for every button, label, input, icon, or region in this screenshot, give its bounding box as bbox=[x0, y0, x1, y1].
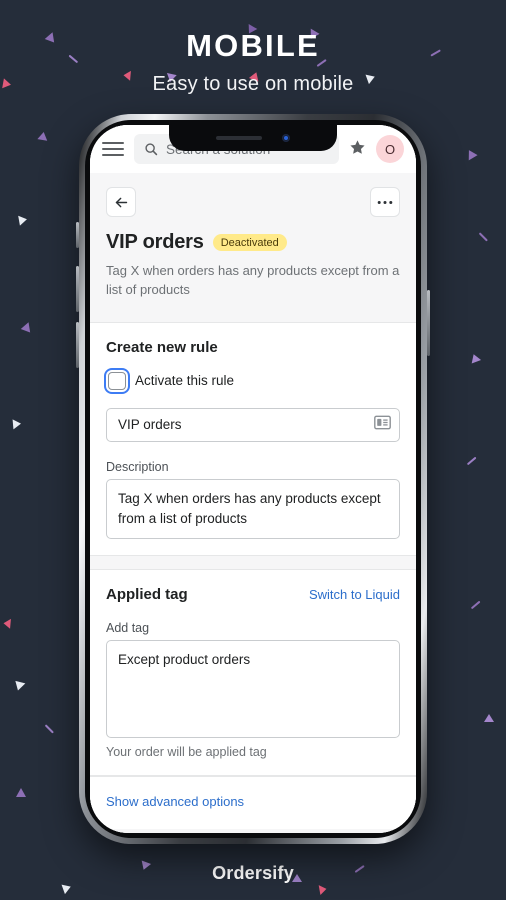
phone-notch bbox=[169, 125, 337, 151]
create-rule-card: Create new rule Activate this rule VIP o… bbox=[90, 321, 416, 557]
star-icon[interactable] bbox=[349, 139, 366, 159]
page-title-row: VIP orders Deactivated bbox=[106, 231, 400, 254]
back-button[interactable] bbox=[106, 187, 136, 217]
earpiece-speaker-icon bbox=[216, 135, 262, 141]
star-glyph bbox=[350, 140, 365, 154]
more-actions-button[interactable] bbox=[370, 187, 400, 217]
page-header: VIP orders Deactivated Tag X when orders… bbox=[90, 173, 416, 300]
add-tag-label: Add tag bbox=[106, 621, 150, 636]
status-badge: Deactivated bbox=[212, 234, 287, 251]
switch-to-liquid-link[interactable]: Switch to Liquid bbox=[309, 587, 400, 602]
phone-silent-switch bbox=[76, 222, 79, 248]
phone-volume-up-button bbox=[76, 266, 79, 312]
phone-screen: Search a solution O bbox=[90, 125, 416, 833]
ordersify-app: Search a solution O bbox=[90, 125, 416, 833]
rule-name-value: VIP orders bbox=[118, 417, 182, 433]
card-list-glyph bbox=[374, 415, 391, 430]
applied-tag-header: Applied tag Switch to Liquid bbox=[106, 586, 400, 603]
add-tag-field[interactable]: Add tag Except product orders Your order… bbox=[106, 621, 400, 759]
app-scroll-area[interactable]: VIP orders Deactivated Tag X when orders… bbox=[90, 173, 416, 833]
rule-name-field[interactable]: VIP orders bbox=[106, 407, 400, 442]
page-title: VIP orders bbox=[106, 231, 204, 253]
hero-title: MOBILE bbox=[186, 28, 320, 63]
page-subtitle: Tag X when orders has any products excep… bbox=[106, 263, 400, 297]
description-textarea[interactable]: Tag X when orders has any products excep… bbox=[106, 478, 400, 540]
description-field[interactable]: Description Tag X when orders has any pr… bbox=[106, 460, 400, 540]
page-nav-row bbox=[106, 187, 400, 217]
avatar-initial: O bbox=[384, 141, 396, 157]
avatar[interactable]: O bbox=[376, 135, 404, 163]
card-list-icon[interactable] bbox=[374, 415, 391, 434]
applied-tag-card: Applied tag Switch to Liquid Add tag Exc… bbox=[90, 569, 416, 777]
show-advanced-options-link[interactable]: Show advanced options bbox=[106, 794, 400, 809]
front-camera-icon bbox=[282, 134, 290, 142]
activate-rule-row[interactable]: Activate this rule bbox=[106, 371, 400, 390]
add-tag-textarea[interactable]: Except product orders bbox=[106, 640, 400, 739]
description-value: Tag X when orders has any products excep… bbox=[118, 490, 381, 526]
card-separator bbox=[90, 556, 416, 570]
hero-subtitle: Easy to use on mobile bbox=[152, 73, 354, 95]
hero-heading-block: MOBILE Easy to use on mobile bbox=[0, 0, 506, 96]
description-label: Description bbox=[106, 459, 169, 474]
ellipsis-icon bbox=[377, 200, 393, 204]
arrow-left-icon bbox=[115, 197, 127, 207]
phone-mockup: Search a solution O bbox=[76, 114, 430, 844]
footer-brand: Ordersify bbox=[212, 863, 294, 883]
advanced-options-section: Show advanced options bbox=[90, 776, 416, 830]
activate-rule-checkbox[interactable] bbox=[108, 371, 126, 390]
search-icon bbox=[145, 143, 158, 156]
rule-name-input[interactable]: VIP orders bbox=[106, 407, 400, 442]
hamburger-icon[interactable] bbox=[102, 142, 124, 156]
add-tag-value: Except product orders bbox=[118, 652, 251, 668]
applied-tag-title: Applied tag bbox=[106, 586, 188, 604]
activate-rule-label: Activate this rule bbox=[135, 373, 235, 389]
phone-power-button bbox=[427, 290, 430, 356]
spacer-before-rule-card bbox=[90, 300, 416, 322]
create-rule-title: Create new rule bbox=[106, 338, 218, 356]
add-tag-helper-text: Your order will be applied tag bbox=[106, 745, 267, 760]
phone-volume-down-button bbox=[76, 322, 79, 368]
